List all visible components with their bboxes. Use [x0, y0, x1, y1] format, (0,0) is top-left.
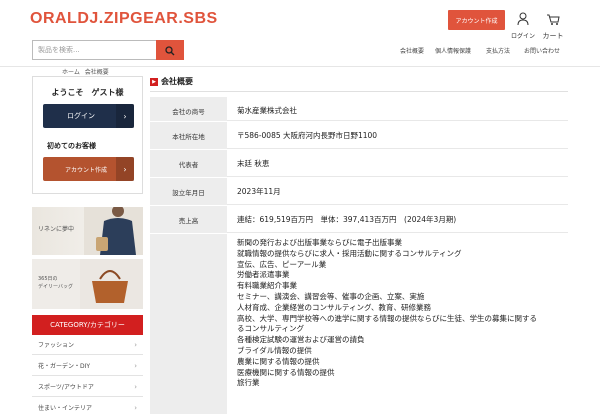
breadcrumb-current: 会社概要 [84, 69, 109, 76]
user-icon [517, 11, 529, 30]
list-item: 就職情報の提供ならびに求人・採用活動に関するコンサルティング [237, 248, 462, 258]
daily-bag-line-2: デイリーバッグ [38, 283, 73, 290]
play-icon: ▶ [150, 77, 158, 86]
account-button-label: アカウント作成 [65, 166, 108, 174]
row-label [150, 234, 227, 414]
table-row: 会社の商号 菊水産業株式会社 [150, 97, 568, 122]
table-row: 設立年月日 2023年11月 [150, 178, 568, 206]
chevron-right-icon: › [116, 104, 134, 128]
site-logo[interactable]: ORALDJ.ZIPGEAR.SBS [30, 10, 218, 28]
sidebar-login-button[interactable]: ログイン › [43, 104, 134, 128]
daily-bag-banner[interactable]: 365日の デイリーバッグ [32, 259, 143, 309]
cart-label: カート [542, 32, 564, 40]
list-item: 有料職業紹介事業 [237, 281, 297, 291]
login-label: ログイン [510, 33, 535, 40]
sidebar-account-button[interactable]: アカウント作成 › [43, 157, 134, 181]
breadcrumb-home[interactable]: ホーム [62, 69, 80, 76]
section-divider [150, 91, 568, 92]
row-value: 末廷 秋恵 [227, 150, 568, 177]
row-value: 連結：619,519百万円 単体：397,413百万円 (2024年3月期) [227, 206, 568, 233]
list-item: るコンサルティング [237, 324, 305, 334]
chevron-right-icon: › [116, 157, 134, 181]
category-item[interactable]: 住まい・インテリア › [32, 398, 143, 414]
list-item: 農業に関する情報の提供 [237, 356, 320, 366]
category-label: ファッション [38, 342, 75, 349]
list-item: 各種検定試験の運営および運営の請負 [237, 335, 365, 345]
table-row: 売上高 連結：619,519百万円 単体：397,413百万円 (2024年3月… [150, 206, 568, 234]
chevron-right-icon: › [134, 361, 137, 370]
list-item: 高校、大学、専門学校等への進学に関する情報の提供ならびに生徒、学生の募集に関する [237, 313, 537, 323]
row-value: 菊水産業株式会社 [227, 97, 568, 121]
list-item: 人材育成、企業経営のコンサルティング、教育、研修業務 [237, 302, 432, 312]
table-row: 代表者 末廷 秋恵 [150, 150, 568, 178]
daily-bag-line-1: 365日の [38, 276, 58, 282]
list-item: 新聞の発行および出版事業ならびに電子出版事業 [237, 238, 402, 247]
chevron-right-icon: › [134, 382, 137, 391]
row-label: 売上高 [150, 206, 227, 233]
row-label: 会社の商号 [150, 97, 227, 121]
table-row: 新聞の発行および出版事業ならびに電子出版事業 就職情報の提供ならびに求人・採用活… [150, 234, 568, 414]
list-item: ブライダル情報の提供 [237, 345, 312, 355]
welcome-box: ようこそ ゲスト様 ログイン › 初めてのお客様 アカウント作成 › [32, 76, 143, 194]
chevron-right-icon: › [134, 403, 137, 412]
chevron-right-icon: › [134, 340, 137, 349]
nav-contact[interactable]: お問い合わせ [524, 46, 560, 55]
first-time-heading: 初めてのお客様 [47, 142, 96, 150]
list-item: 宣伝、広告、ピーアール業 [237, 259, 327, 269]
category-label: 花・ガーデン・DIY [38, 363, 91, 370]
category-label: スポーツ/アウトドア [38, 384, 94, 391]
daily-bag-text: 365日の デイリーバッグ [38, 276, 73, 291]
nav-payment[interactable]: 支払方法 [486, 46, 510, 55]
nav-privacy[interactable]: 個人情報保護 [435, 46, 471, 55]
login-link[interactable]: ログイン [510, 11, 536, 40]
linen-banner[interactable]: リネンに夢中 [32, 207, 143, 255]
category-heading: CATEGORY/カテゴリー [32, 315, 143, 335]
category-item[interactable]: 花・ガーデン・DIY › [32, 356, 143, 376]
row-label: 設立年月日 [150, 178, 227, 205]
search-icon [165, 41, 175, 60]
search-bar [32, 40, 184, 60]
category-item[interactable]: スポーツ/アウトドア › [32, 377, 143, 397]
row-label: 代表者 [150, 150, 227, 177]
breadcrumb: ホーム 会社概要 [62, 67, 109, 76]
business-list-cell: 新聞の発行および出版事業ならびに電子出版事業 就職情報の提供ならびに求人・採用活… [227, 234, 568, 414]
list-item: 医療機関に関する情報の提供 [237, 367, 335, 377]
account-create-button[interactable]: アカウント作成 [448, 10, 505, 30]
section-title: ▶ 会社概要 [150, 76, 193, 87]
nav-company[interactable]: 会社概要 [400, 46, 424, 55]
list-item: 労働者派遣事業 [237, 270, 290, 280]
company-info-table: 会社の商号 菊水産業株式会社 本社所在地 〒586-0085 大阪府河内長野市日… [150, 97, 568, 414]
row-value: 〒586-0085 大阪府河内長野市日野1100 [227, 122, 568, 149]
cart-link[interactable]: カート [540, 11, 566, 41]
list-item: 旅行業 [237, 378, 260, 388]
search-input[interactable] [32, 40, 156, 60]
category-label: 住まい・インテリア [38, 405, 93, 412]
model-photo [84, 207, 143, 255]
list-item: セミナー、講演会、講習会等、催事の企画、立案、実施 [237, 291, 425, 301]
cart-icon [546, 11, 560, 30]
welcome-title: ようこそ ゲスト様 [51, 88, 124, 97]
page: ORALDJ.ZIPGEAR.SBS アカウント作成 ログイン カート 会社概要… [0, 0, 600, 414]
table-row: 本社所在地 〒586-0085 大阪府河内長野市日野1100 [150, 122, 568, 150]
row-label: 本社所在地 [150, 122, 227, 149]
row-value: 2023年11月 [227, 178, 568, 205]
linen-banner-text: リネンに夢中 [38, 226, 75, 233]
section-title-text: 会社概要 [161, 77, 193, 86]
bag-photo [80, 259, 143, 309]
login-button-label: ログイン [67, 112, 95, 120]
category-item[interactable]: ファッション › [32, 335, 143, 355]
search-button[interactable] [156, 40, 184, 60]
business-list: 新聞の発行および出版事業ならびに電子出版事業 就職情報の提供ならびに求人・採用活… [237, 238, 568, 389]
